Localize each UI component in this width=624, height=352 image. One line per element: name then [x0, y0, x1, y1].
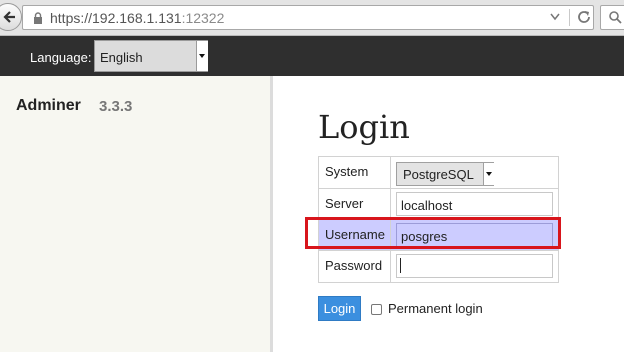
server-input[interactable]: localhost: [396, 192, 553, 216]
back-button[interactable]: [0, 3, 22, 31]
url-text: https://192.168.1.131:12322: [50, 10, 224, 26]
server-label-cell: Server: [319, 189, 391, 220]
row-server: Server localhost: [319, 188, 558, 220]
language-label: Language:: [30, 50, 92, 65]
server-value: localhost: [401, 198, 453, 213]
url-host: https://192.168.1.131: [50, 10, 182, 26]
language-bar: Language: English: [0, 36, 624, 76]
url-port: :12322: [181, 10, 225, 26]
lock-icon: [34, 12, 42, 24]
system-value: PostgreSQL: [403, 167, 474, 182]
chevron-down-icon: [483, 163, 494, 185]
language-value: English: [100, 50, 143, 65]
address-bar[interactable]: https://192.168.1.131:12322: [22, 5, 594, 30]
search-box[interactable]: [600, 5, 624, 30]
page-title: Login: [318, 108, 410, 146]
app-name[interactable]: Adminer: [16, 97, 81, 115]
password-input[interactable]: [396, 254, 553, 278]
dropdown-arrow-icon[interactable]: [550, 11, 560, 23]
reload-icon[interactable]: [576, 9, 592, 25]
row-password: Password: [319, 250, 558, 282]
back-arrow-icon: [3, 11, 15, 23]
permanent-login-label[interactable]: Permanent login: [388, 301, 483, 316]
chevron-down-icon: [196, 41, 208, 71]
language-select[interactable]: English: [94, 40, 208, 72]
system-label-cell: System: [319, 157, 391, 188]
row-system: System PostgreSQL: [319, 157, 558, 188]
text-cursor: [400, 258, 401, 273]
sidebar: Adminer 3.3.3: [0, 76, 270, 352]
search-icon: [609, 11, 622, 24]
browser-toolbar: https://192.168.1.131:12322: [0, 0, 624, 36]
login-button[interactable]: Login: [318, 296, 361, 321]
username-highlight-box: [305, 217, 561, 249]
password-label-cell: Password: [319, 251, 391, 282]
permanent-login-checkbox[interactable]: [371, 304, 382, 315]
sidebar-divider: [270, 76, 273, 352]
system-label: System: [325, 164, 369, 179]
server-label: Server: [325, 196, 364, 211]
address-separator: [569, 9, 570, 26]
app-version: 3.3.3: [99, 98, 133, 115]
system-select[interactable]: PostgreSQL: [396, 162, 494, 186]
password-label: Password: [325, 258, 383, 273]
